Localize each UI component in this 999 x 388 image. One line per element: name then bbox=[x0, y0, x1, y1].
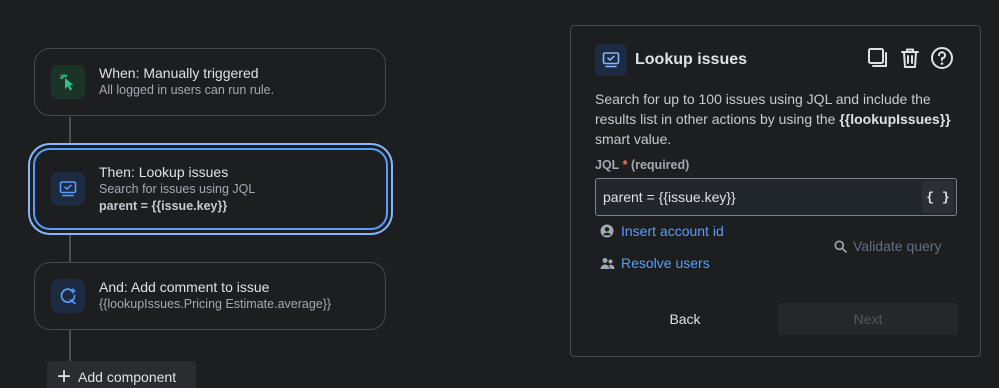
action-detail: parent = {{issue.key}} bbox=[99, 198, 228, 213]
flow-connector bbox=[69, 232, 71, 262]
required-mark: * bbox=[622, 158, 628, 172]
trigger-title: When: Manually triggered bbox=[99, 65, 259, 81]
lookup-issues-icon bbox=[51, 172, 85, 206]
add-comment-card[interactable]: And: Add comment to issue {{lookupIssues… bbox=[34, 262, 386, 330]
trigger-card[interactable]: When: Manually triggered All logged in u… bbox=[34, 48, 386, 116]
comment-icon bbox=[51, 279, 85, 313]
lookup-issues-card[interactable]: Then: Lookup issues Search for issues us… bbox=[33, 148, 388, 230]
jql-input[interactable]: parent = {{issue.key}} { } bbox=[595, 178, 957, 216]
trigger-subtitle: All logged in users can run rule. bbox=[99, 83, 275, 97]
cursor-click-icon bbox=[51, 65, 85, 99]
add-component-button[interactable]: + Add component bbox=[47, 361, 196, 388]
panel-description: Search for up to 100 issues using JQL an… bbox=[595, 89, 965, 149]
next-button[interactable]: Next bbox=[778, 303, 958, 335]
lookup-issues-panel: Lookup issues Search for up to 100 issue… bbox=[570, 25, 981, 357]
lookup-issues-icon bbox=[595, 44, 627, 76]
panel-title: Lookup issues bbox=[635, 51, 748, 68]
copy-icon[interactable] bbox=[866, 46, 890, 70]
jql-value[interactable]: parent = {{issue.key}} bbox=[596, 189, 922, 205]
required-text: (required) bbox=[630, 158, 690, 172]
insert-account-id-label: Insert account id bbox=[621, 223, 724, 239]
help-icon[interactable] bbox=[930, 46, 954, 70]
insert-account-id-link[interactable]: Insert account id bbox=[599, 223, 724, 239]
plus-icon: + bbox=[57, 363, 72, 388]
trash-icon[interactable] bbox=[898, 46, 922, 70]
smart-value: {{lookupIssues}} bbox=[839, 111, 951, 127]
smart-value-braces-button[interactable]: { } bbox=[922, 181, 954, 213]
flow-connector bbox=[69, 330, 71, 362]
people-icon bbox=[599, 257, 615, 270]
resolve-users-label: Resolve users bbox=[621, 255, 710, 271]
jql-label-text: JQL bbox=[595, 158, 620, 172]
add-component-label: Add component bbox=[78, 369, 177, 385]
panel-toolbar bbox=[866, 46, 954, 70]
comment-title: And: Add comment to issue bbox=[99, 279, 270, 295]
action-title: Then: Lookup issues bbox=[99, 163, 229, 180]
back-button[interactable]: Back bbox=[595, 303, 775, 335]
user-circle-icon bbox=[599, 224, 615, 238]
description-text-end: smart value. bbox=[595, 131, 672, 147]
flow-connector bbox=[69, 117, 71, 147]
jql-label: JQL * (required) bbox=[595, 158, 689, 172]
resolve-users-link[interactable]: Resolve users bbox=[599, 255, 710, 271]
action-subtitle: Search for issues using JQL bbox=[99, 181, 256, 196]
validate-query-label: Validate query bbox=[853, 238, 942, 254]
comment-subtitle: {{lookupIssues.Pricing Estimate.average}… bbox=[99, 297, 332, 311]
panel-header: Lookup issues bbox=[595, 44, 747, 76]
search-icon bbox=[834, 240, 847, 253]
validate-query-button[interactable]: Validate query bbox=[834, 238, 941, 254]
